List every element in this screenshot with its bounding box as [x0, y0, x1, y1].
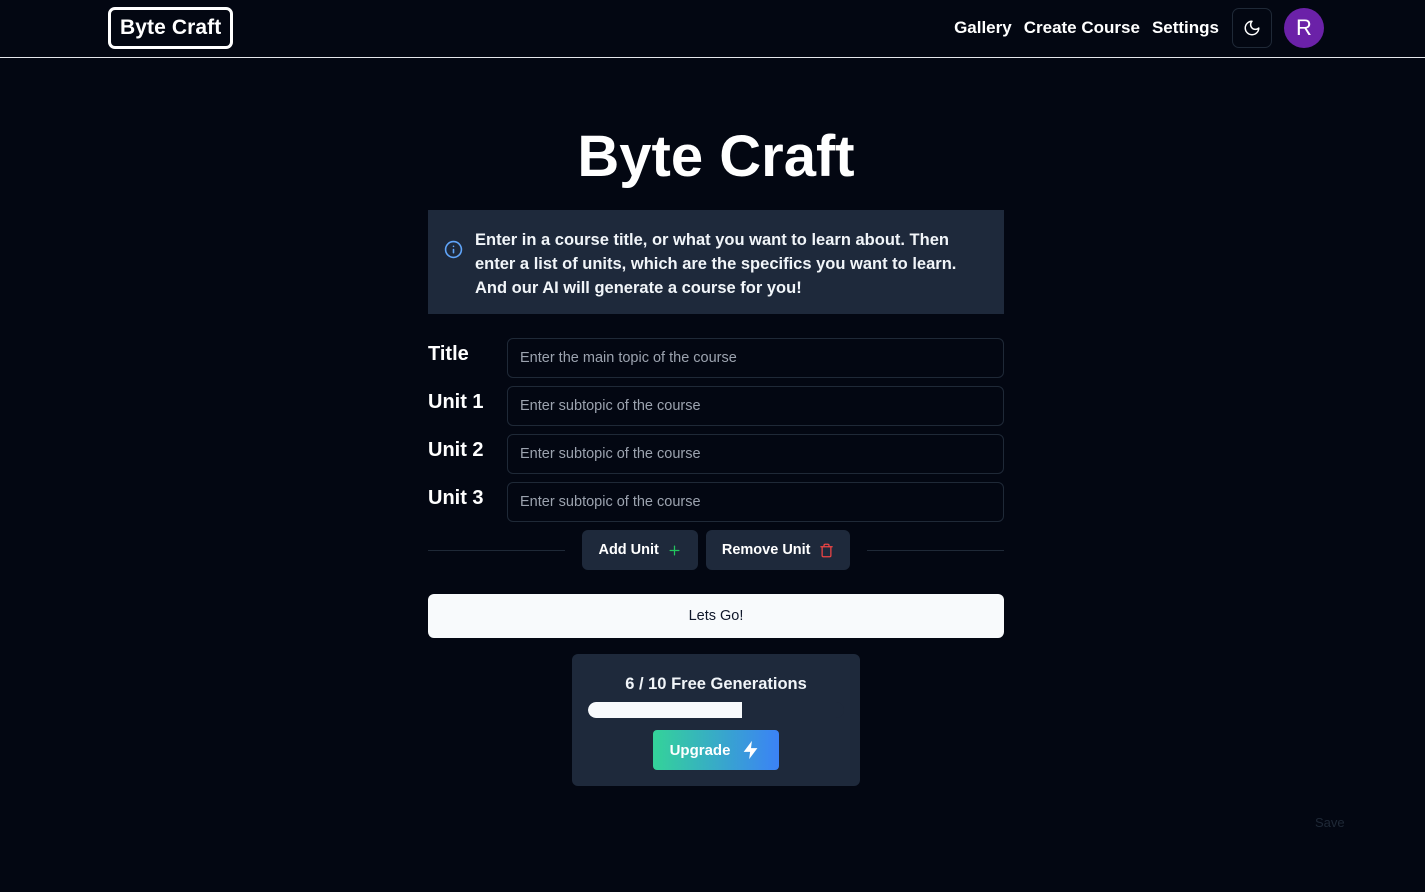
- unit-actions: Add Unit Remove Unit: [428, 530, 1004, 570]
- unit-2-label: Unit 2: [428, 439, 484, 461]
- logo[interactable]: Byte Craft: [108, 7, 234, 49]
- upgrade-label: Upgrade: [669, 741, 731, 759]
- form-row-unit-1: Unit 1: [428, 386, 1004, 426]
- quota-progress-bar: [588, 702, 844, 718]
- plus-icon: [669, 545, 680, 555]
- quota-progress-fill: [588, 702, 742, 718]
- divider: [428, 550, 565, 551]
- upgrade-button[interactable]: Upgrade: [653, 730, 779, 770]
- avatar[interactable]: R: [1284, 8, 1324, 48]
- course-form: Title Unit 1 Unit 2 Unit 3: [428, 338, 1004, 522]
- navbar: Byte Craft Gallery Create Course Setting…: [0, 0, 1425, 58]
- unit-2-input[interactable]: [507, 434, 1004, 474]
- title-label: Title: [428, 343, 469, 365]
- divider: [867, 550, 1004, 551]
- remove-unit-button[interactable]: Remove Unit: [705, 530, 850, 570]
- add-unit-button[interactable]: Add Unit: [582, 530, 698, 570]
- nav-link-settings[interactable]: Settings: [1146, 18, 1225, 38]
- unit-1-label: Unit 1: [428, 391, 484, 413]
- submit-button[interactable]: Lets Go!: [428, 594, 1004, 638]
- unit-1-input[interactable]: [507, 386, 1004, 426]
- page-title: Byte Craft: [577, 124, 855, 189]
- info-box: Enter in a course title, or what you wan…: [428, 210, 1004, 314]
- info-icon: [444, 240, 463, 259]
- remove-unit-label: Remove Unit: [721, 542, 811, 558]
- main-content: Byte Craft Enter in a course title, or w…: [428, 58, 1004, 786]
- title-input[interactable]: [507, 338, 1004, 378]
- unit-3-input[interactable]: [507, 482, 1004, 522]
- theme-toggle-button[interactable]: [1232, 8, 1272, 48]
- save-link[interactable]: Save: [1315, 815, 1345, 830]
- form-row-unit-3: Unit 3: [428, 482, 1004, 522]
- generation-quota-card: 6 / 10 Free Generations Upgrade: [572, 654, 860, 786]
- lightning-icon: [744, 740, 758, 760]
- nav-link-gallery[interactable]: Gallery: [948, 18, 1018, 38]
- form-row-unit-2: Unit 2: [428, 434, 1004, 474]
- nav-link-create-course[interactable]: Create Course: [1018, 18, 1146, 38]
- info-text: Enter in a course title, or what you wan…: [475, 231, 957, 297]
- unit-3-label: Unit 3: [428, 487, 484, 509]
- add-unit-label: Add Unit: [598, 542, 659, 558]
- quota-text: 6 / 10 Free Generations: [625, 675, 807, 693]
- moon-icon: [1244, 20, 1260, 36]
- nav-links: Gallery Create Course Settings R: [948, 8, 1324, 48]
- form-row-title: Title: [428, 338, 1004, 378]
- trash-icon: [819, 543, 833, 557]
